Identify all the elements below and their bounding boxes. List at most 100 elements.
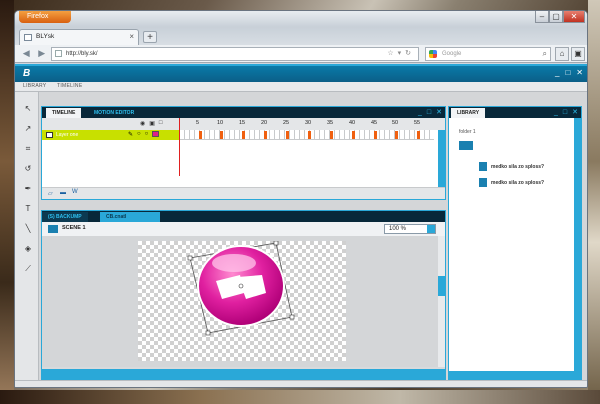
bucket-tool-icon[interactable]: ◈ — [23, 244, 33, 254]
transform-tool-icon[interactable]: ⌗ — [23, 144, 33, 154]
close-icon[interactable]: ✕ — [572, 107, 578, 118]
stage-vscroll-thumb[interactable] — [438, 276, 445, 296]
new-tab-button[interactable]: + — [143, 31, 157, 43]
close-icon[interactable]: ✕ — [436, 107, 442, 118]
new-folder-icon[interactable]: ▬ — [60, 190, 66, 196]
forward-icon[interactable]: ▶ — [35, 47, 50, 61]
minimize-icon[interactable]: – — [535, 11, 549, 23]
keyframe[interactable] — [352, 131, 355, 139]
timeline-scrollbar[interactable] — [438, 130, 445, 188]
search-field[interactable]: Google ⌕ — [425, 47, 551, 61]
symbol-icon — [479, 178, 487, 187]
close-icon[interactable]: ✕ — [576, 68, 583, 77]
keyframe[interactable] — [242, 131, 245, 139]
maximize-icon[interactable]: ▢ — [549, 11, 563, 23]
transform-handle[interactable] — [205, 330, 211, 336]
stage-panel: (S) BACKUMP CB.cnatI SCENE 1 100 % — [41, 210, 446, 380]
outline-icon[interactable]: □ — [159, 120, 163, 127]
zoom-select[interactable]: 100 % — [384, 224, 436, 234]
layer-name: Layer one — [56, 132, 79, 138]
panel-controls: _ □ ✕ — [554, 107, 578, 118]
back-icon[interactable]: ◀ — [19, 47, 34, 61]
symbol-artwork[interactable] — [138, 240, 346, 361]
layer-row[interactable]: Layer one ✎ ○ ○ — [42, 130, 180, 140]
chevron-down-icon[interactable] — [427, 225, 435, 233]
layer-color-icon[interactable] — [152, 131, 160, 137]
keyframe[interactable] — [286, 131, 289, 139]
text-tool-icon[interactable]: T — [23, 204, 33, 214]
tab-close-icon[interactable]: × — [129, 30, 134, 44]
tab-backup[interactable]: (S) BACKUMP — [42, 212, 88, 222]
transform-handle[interactable] — [273, 240, 279, 246]
lock-icon[interactable]: ▣ — [149, 120, 155, 127]
keyframe[interactable] — [395, 131, 398, 139]
eye-icon[interactable]: ◉ — [140, 120, 145, 127]
menu-timeline[interactable]: TIMELINE — [57, 83, 82, 89]
search-icon[interactable]: ⌕ — [543, 48, 547, 60]
url-field[interactable]: http://bly.sk/ ☆▾↻ — [51, 47, 419, 61]
lasso-tool-icon[interactable]: ↺ — [23, 164, 33, 174]
browser-tab[interactable]: BLYsk × — [19, 29, 139, 45]
new-layer-icon[interactable]: ▱ — [48, 190, 53, 197]
ruler-label: 5 — [196, 120, 200, 126]
keyframe[interactable] — [199, 131, 202, 139]
minimize-icon[interactable]: _ — [554, 107, 558, 118]
stage-hscrollbar[interactable] — [42, 369, 445, 379]
transform-handle[interactable] — [187, 255, 193, 261]
minimize-icon[interactable]: _ — [555, 68, 559, 77]
delete-layer-icon[interactable]: W — [72, 189, 78, 195]
bookmark-reload-icons[interactable]: ☆▾↻ — [387, 48, 415, 60]
keyframe[interactable] — [417, 131, 420, 139]
timeline-panel: TIMELINE MOTION EDITOR _ □ ✕ ◉ ▣ □ 5 10 … — [41, 106, 446, 200]
app-logo: B — [23, 68, 31, 79]
sidebar-icon[interactable]: ▣ — [571, 47, 585, 61]
subselection-tool-icon[interactable]: ↗ — [23, 124, 33, 134]
frame-strip[interactable] — [180, 130, 434, 140]
menu-library[interactable]: LIBRARY — [23, 83, 46, 89]
zoom-value: 100 % — [389, 226, 407, 232]
maximize-icon[interactable]: □ — [427, 107, 431, 118]
title-bar: Firefox – ▢ ✕ — [15, 11, 587, 27]
ruler-label: 20 — [261, 120, 268, 126]
tab-library[interactable]: LIBRARY — [451, 108, 486, 118]
folder-icon[interactable] — [459, 141, 473, 150]
tab-timeline[interactable]: TIMELINE — [46, 108, 82, 118]
timeline-header: TIMELINE MOTION EDITOR _ □ ✕ — [42, 107, 445, 118]
eyedropper-tool-icon[interactable]: ⟋ — [23, 264, 33, 274]
keyframe[interactable] — [264, 131, 267, 139]
tab-document[interactable]: CB.cnatI — [100, 212, 160, 222]
transform-handle[interactable] — [289, 314, 295, 320]
stage-canvas[interactable] — [138, 240, 346, 361]
keyframe[interactable] — [220, 131, 223, 139]
maximize-icon[interactable]: □ — [565, 68, 570, 77]
ruler-label: 25 — [283, 120, 290, 126]
playhead[interactable] — [179, 118, 180, 176]
minimize-icon[interactable]: _ — [418, 107, 422, 118]
app-menu: LIBRARY TIMELINE — [15, 82, 587, 92]
ruler-label: 35 — [327, 120, 334, 126]
line-tool-icon[interactable]: ╲ — [23, 224, 33, 234]
tab-motion-editor[interactable]: MOTION EDITOR — [88, 108, 140, 118]
desktop-bottom — [0, 390, 600, 404]
frame-ruler: 5 10 15 20 25 30 35 40 45 50 55 — [180, 118, 434, 130]
visible-dot-icon[interactable]: ○ — [137, 131, 141, 138]
pen-tool-icon[interactable]: ✒ — [23, 184, 33, 194]
maximize-icon[interactable]: □ — [563, 107, 567, 118]
keyframe[interactable] — [374, 131, 377, 139]
ruler-label: 10 — [217, 120, 224, 126]
library-footer — [449, 371, 581, 379]
sphere-highlight — [212, 254, 256, 272]
selection-tool-icon[interactable]: ↖ — [23, 104, 33, 114]
pencil-icon[interactable]: ✎ — [128, 131, 133, 138]
library-scrollbar[interactable] — [574, 118, 581, 371]
close-icon[interactable]: ✕ — [563, 11, 585, 23]
firefox-menu-button[interactable]: Firefox — [19, 11, 71, 23]
stage-vscrollbar[interactable] — [438, 236, 445, 367]
keyframe[interactable] — [330, 131, 333, 139]
tab-title: BLYsk — [36, 33, 55, 40]
keyframe[interactable] — [308, 131, 311, 139]
home-icon[interactable]: ⌂ — [555, 47, 569, 61]
library-header: LIBRARY _ □ ✕ — [449, 107, 581, 118]
status-strip — [15, 380, 587, 387]
lock-dot-icon[interactable]: ○ — [145, 131, 149, 138]
